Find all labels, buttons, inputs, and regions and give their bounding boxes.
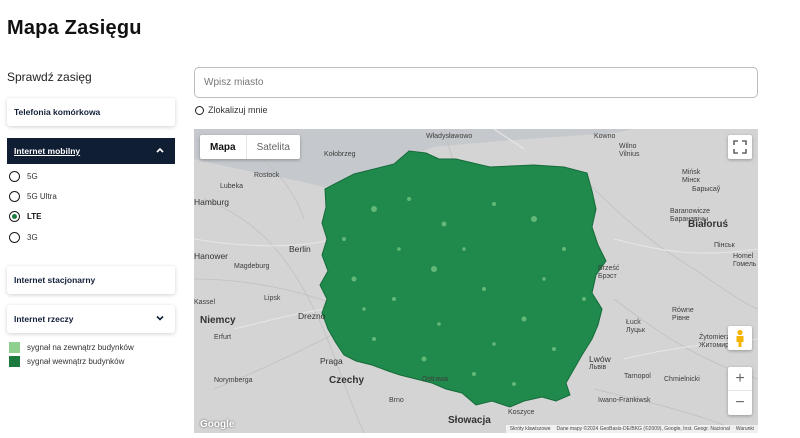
city-search-field[interactable]	[194, 67, 758, 98]
section-label: Internet rzeczy	[14, 314, 74, 324]
map-label: Барaнавічы	[670, 216, 708, 223]
chevron-down-icon	[155, 313, 165, 325]
radio-icon	[195, 105, 204, 115]
google-logo: Google	[200, 419, 235, 430]
map-label: Hanower	[194, 251, 229, 261]
zoom-out-button[interactable]: −	[728, 391, 752, 415]
map-type-satellite-button[interactable]: Satelita	[245, 135, 300, 159]
map-label: Niemcy	[200, 315, 236, 326]
map-label: Житомир	[699, 342, 730, 349]
radio-lte[interactable]: LTE	[9, 211, 42, 222]
map-label: Słowacja	[448, 415, 491, 426]
radio-icon	[9, 232, 20, 243]
map-label: Пінськ	[714, 242, 735, 249]
map-label: Lipsk	[264, 295, 281, 302]
fullscreen-button[interactable]	[728, 135, 752, 159]
page-title: Mapa Zasięgu	[7, 17, 142, 39]
map-label: Lwów	[589, 354, 611, 364]
map-label: Homel	[733, 253, 754, 260]
section-label: Internet mobilny	[14, 146, 81, 156]
map-label: Kowno	[594, 133, 616, 140]
legend-swatch-light	[9, 342, 20, 353]
radio-icon	[9, 171, 20, 182]
map-label: Norymberga	[214, 377, 253, 384]
map-label: Baranowicze	[670, 208, 711, 215]
map-label: Erfurt	[214, 334, 232, 341]
map-label: Berlin	[289, 244, 311, 254]
chevron-up-icon	[155, 145, 165, 157]
radio-label: LTE	[27, 212, 42, 221]
fullscreen-icon	[733, 140, 747, 154]
legend-label: sygnał na zewnątrz budynków	[27, 343, 134, 352]
section-telefonia-komorkowa[interactable]: Telefonia komórkowa	[7, 98, 175, 126]
map-label: Drezno	[298, 311, 326, 321]
map-label: Рівне	[672, 315, 690, 322]
map-label: Mińsk	[682, 169, 701, 176]
section-internet-rzeczy[interactable]: Internet rzeczy	[7, 305, 175, 333]
street-view-button[interactable]	[728, 326, 752, 350]
section-label: Telefonia komórkowa	[14, 107, 101, 117]
map-label: Hamburg	[194, 197, 229, 207]
zoom-in-button[interactable]: +	[728, 367, 752, 391]
map-label: Praga	[320, 356, 343, 366]
map-label: Władysławowo	[426, 133, 473, 140]
map-label: Tarnopol	[624, 373, 651, 380]
pegman-icon	[736, 329, 744, 347]
radio-5g-ultra[interactable]: 5G Ultra	[9, 191, 57, 202]
map-label: Brześć	[598, 265, 620, 272]
map-label: Львів	[589, 364, 607, 371]
radio-label: 3G	[27, 233, 38, 242]
legend-label: sygnał wewnątrz budynków	[27, 357, 125, 366]
radio-label: 5G Ultra	[27, 192, 57, 201]
section-internet-mobilny[interactable]: Internet mobilny	[7, 138, 175, 164]
radio-3g[interactable]: 3G	[9, 232, 38, 243]
locate-label: Zlokalizuj mnie	[208, 105, 268, 115]
radio-checked-icon	[9, 211, 20, 222]
map-label: Łuck	[626, 319, 641, 326]
map-label: Wilno	[619, 143, 637, 150]
map-label: Ostrawa	[422, 376, 449, 383]
legend-swatch-dark	[9, 356, 20, 367]
map-label: Rostock	[254, 172, 280, 179]
map-label: Барысаў	[692, 186, 721, 193]
map-label: Brno	[389, 397, 404, 404]
legend-indoor: sygnał wewnątrz budynków	[9, 356, 124, 367]
map-type-map-button[interactable]: Mapa	[200, 135, 246, 159]
map-label: Луцьк	[626, 327, 645, 334]
coverage-map[interactable]: Kowno Wilno Vilnius Mińsk Мінск Барысаў …	[194, 129, 758, 433]
zoom-control: + −	[728, 367, 752, 415]
terms-link[interactable]: Warunki	[736, 426, 754, 432]
map-label: Iwano-Frankiwsk	[598, 397, 651, 404]
map-label: Мінск	[682, 177, 700, 184]
city-search-input[interactable]	[204, 77, 757, 88]
radio-label: 5G	[27, 172, 38, 181]
map-label: Kołobrzeg	[324, 151, 356, 158]
sidebar-heading: Sprawdź zasięg	[7, 70, 92, 84]
map-label: Magdeburg	[234, 263, 270, 270]
map-label: Vilnius	[619, 151, 640, 158]
radio-5g[interactable]: 5G	[9, 171, 38, 182]
map-label: Równe	[672, 307, 694, 314]
map-label: Kassel	[194, 299, 216, 306]
legend-outdoor: sygnał na zewnątrz budynków	[9, 342, 134, 353]
map-data-text: Dane mapy ©2024 GeoBasis-DE/BKG (©2009),…	[556, 426, 730, 432]
radio-icon	[9, 191, 20, 202]
section-internet-stacjonarny[interactable]: Internet stacjonarny	[7, 266, 175, 294]
map-type-control: Mapa Satelita	[200, 135, 300, 159]
section-label: Internet stacjonarny	[14, 275, 96, 285]
keyboard-shortcuts-link[interactable]: Skróty klawiszowe	[510, 426, 551, 432]
map-label: Chmielnicki	[664, 376, 700, 383]
map-label: Lubeka	[220, 183, 243, 190]
map-label: Czechy	[329, 375, 365, 386]
map-label: Гомель	[733, 261, 757, 268]
map-label: Бpэcт	[598, 273, 617, 280]
locate-me-option[interactable]: Zlokalizuj mnie	[195, 105, 268, 115]
map-label: Koszyce	[508, 409, 535, 416]
map-attribution: Skróty klawiszowe Dane mapy ©2024 GeoBas…	[505, 425, 758, 433]
map-label: Żytomierz	[699, 334, 730, 341]
